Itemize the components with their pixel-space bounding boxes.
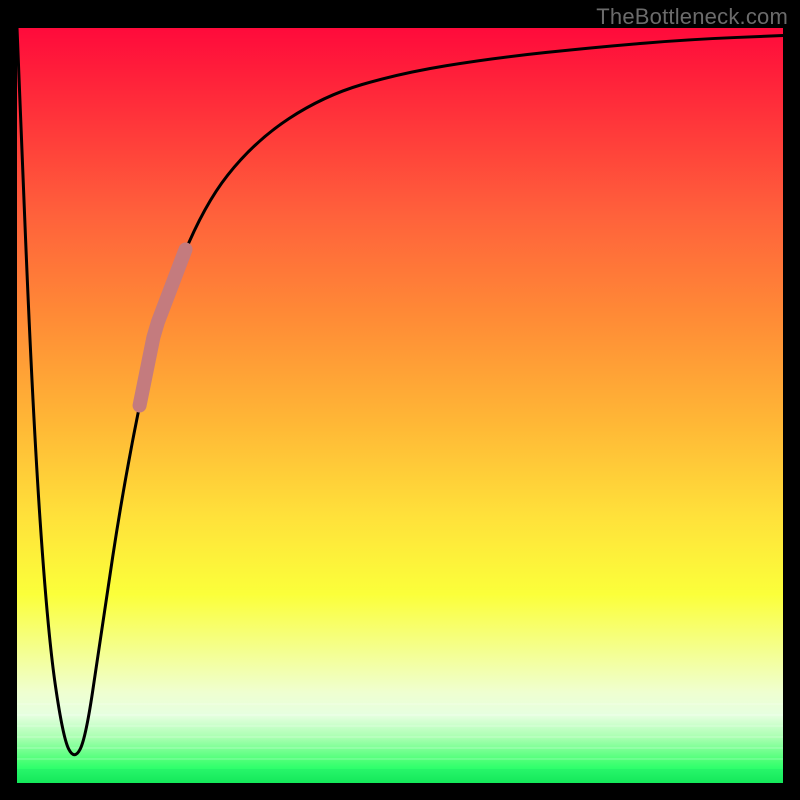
bottleneck-curve-svg <box>17 28 783 783</box>
chart-frame: TheBottleneck.com <box>0 0 800 800</box>
bottleneck-highlight-segment <box>140 249 186 405</box>
watermark-text: TheBottleneck.com <box>596 4 788 30</box>
plot-area <box>17 28 783 783</box>
bottleneck-curve-path <box>17 28 783 755</box>
